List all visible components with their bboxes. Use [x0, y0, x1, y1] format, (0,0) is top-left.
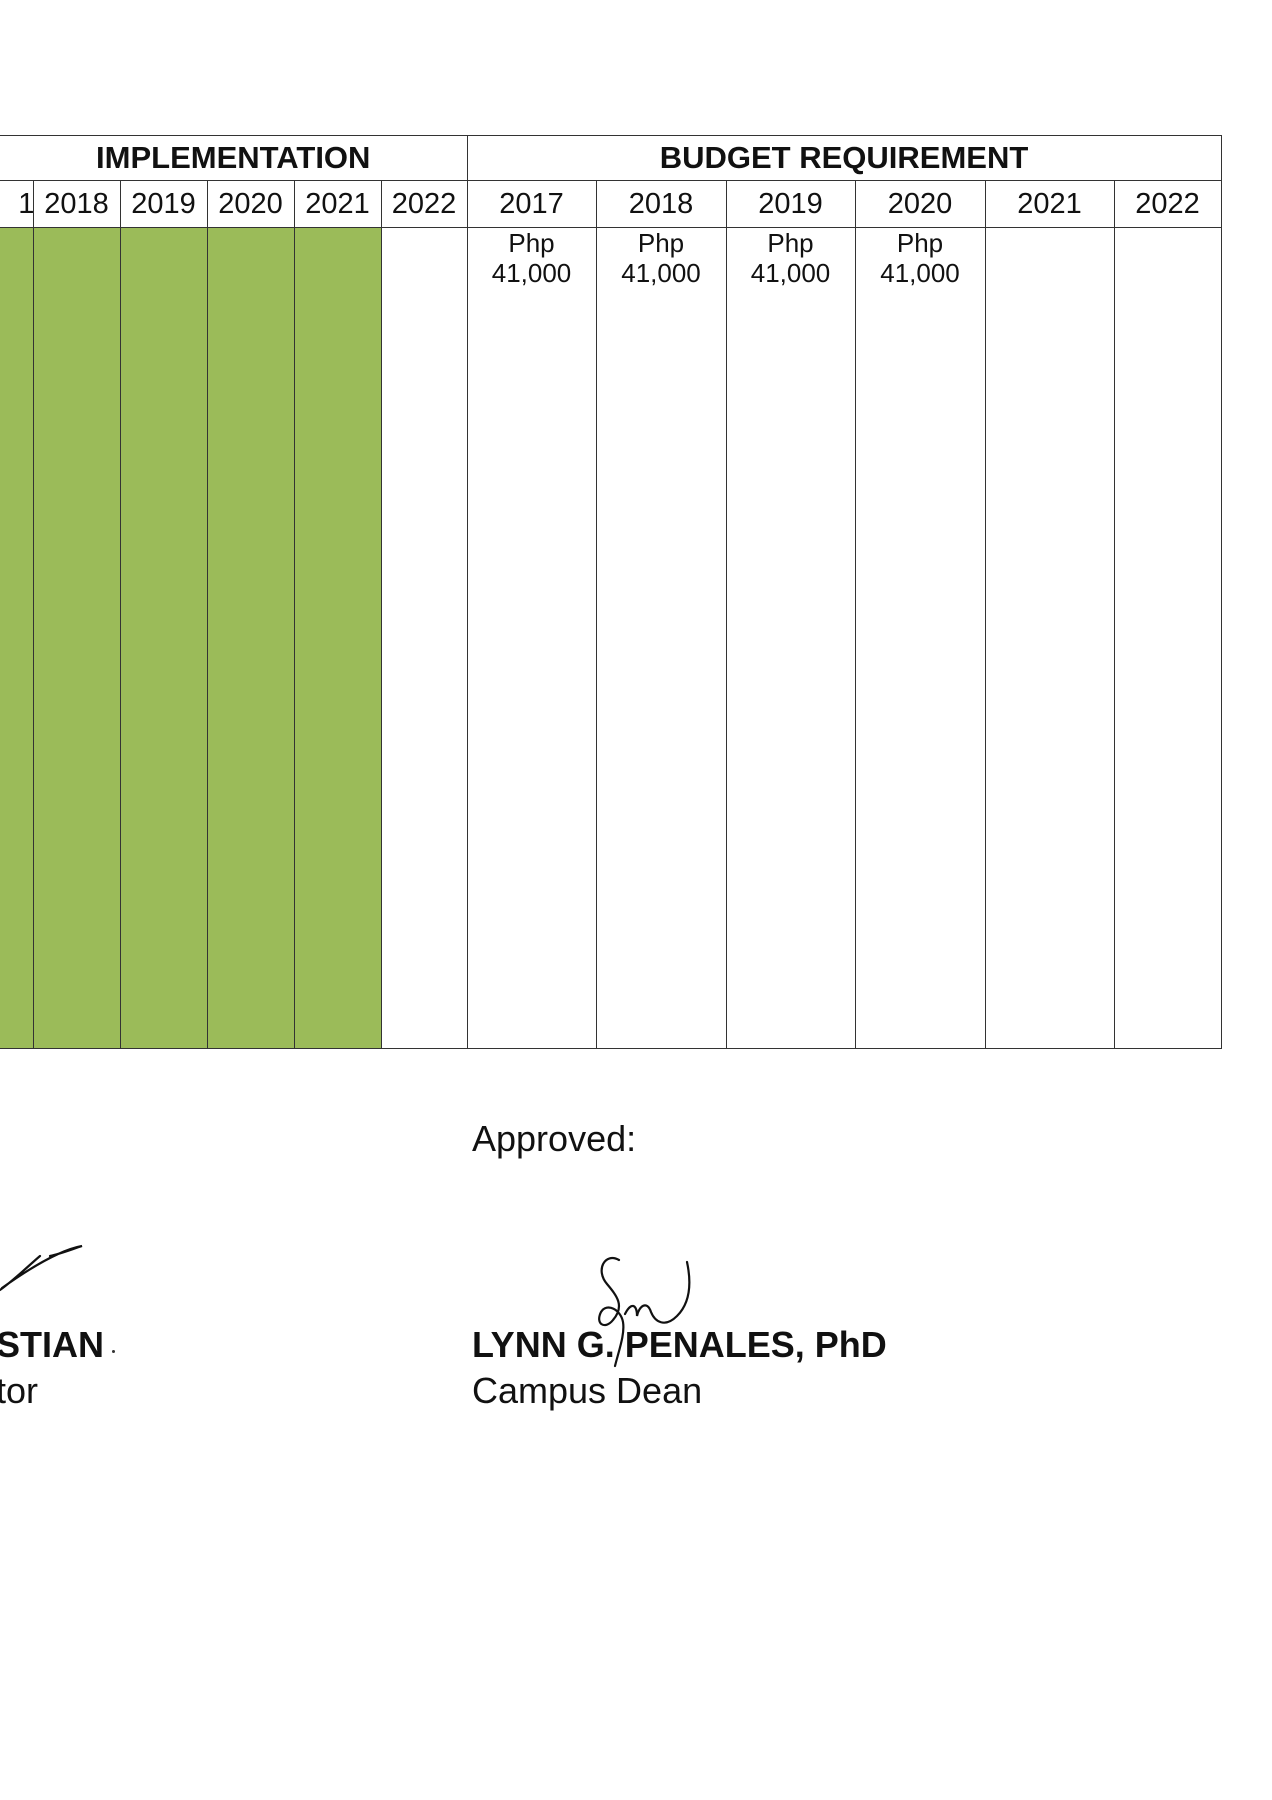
implementation-timeline-cell	[0, 227, 34, 1049]
stray-dot	[112, 1350, 115, 1353]
approved-label: Approved:	[472, 1118, 637, 1159]
table-header-row: IMPLEMENTATION BUDGET REQUIREMENT	[0, 135, 1222, 181]
budget-year-cell: 2018	[595, 180, 727, 228]
implementation-year-cell: 2022	[380, 180, 468, 228]
budget-year-cell: 2022	[1113, 180, 1222, 228]
implementation-timeline-cell	[380, 227, 468, 1049]
budget-amount-cell: Php 41,000	[595, 227, 727, 1049]
left-signature-icon	[0, 1244, 83, 1292]
budget-amount-cell	[984, 227, 1115, 1049]
right-signatory-name: LYNN G. PENALES, PhD	[472, 1324, 887, 1365]
table-body-row: Php 41,000 Php 41,000 Php 41,000 Php 41,000	[0, 227, 1222, 1049]
implementation-year-cell: 2018	[32, 180, 121, 228]
budget-requirement-header: BUDGET REQUIREMENT	[466, 135, 1222, 181]
implementation-timeline-cell	[206, 227, 295, 1049]
implementation-timeline-cell	[32, 227, 121, 1049]
implementation-year-cell: 2021	[293, 180, 382, 228]
budget-year-cell: 2017	[466, 180, 597, 228]
implementation-year-cell: 17	[0, 180, 34, 228]
budget-amount-cell: Php 41,000	[854, 227, 986, 1049]
budget-year-cell: 2020	[854, 180, 986, 228]
right-signatory-title: Campus Dean	[472, 1370, 703, 1411]
budget-amount-cell: Php 41,000	[725, 227, 856, 1049]
implementation-year-cell: 2020	[206, 180, 295, 228]
left-signatory-title: tor	[0, 1370, 39, 1411]
budget-year-cell: 2019	[725, 180, 856, 228]
year-header-row: 17 2018 2019 2020 2021 2022 2017 2018 20…	[0, 180, 1222, 228]
implementation-year-cell: 2019	[119, 180, 208, 228]
left-signatory-name: STIAN	[0, 1324, 104, 1365]
implementation-budget-table: IMPLEMENTATION BUDGET REQUIREMENT 17 201…	[0, 135, 1222, 1049]
implementation-timeline-cell	[293, 227, 382, 1049]
budget-amount-cell	[1113, 227, 1222, 1049]
budget-amount-cell: Php 41,000	[466, 227, 597, 1049]
budget-year-cell: 2021	[984, 180, 1115, 228]
implementation-timeline-cell	[119, 227, 208, 1049]
implementation-header: IMPLEMENTATION	[0, 135, 468, 181]
